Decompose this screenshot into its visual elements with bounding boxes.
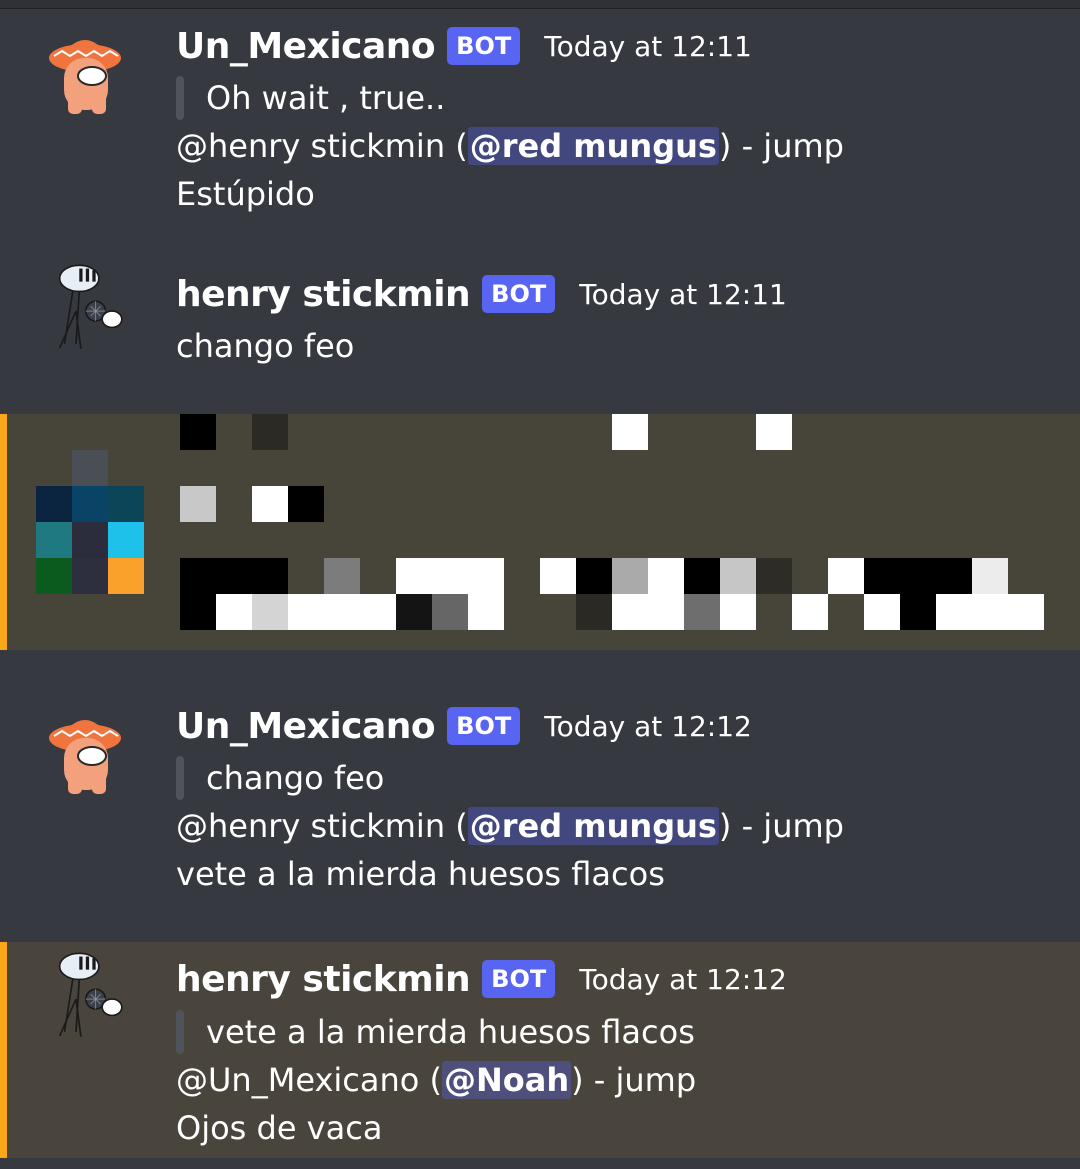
message-header: henry stickmin BOT Today at 12:12 xyxy=(176,956,787,1002)
quote-bar xyxy=(176,756,184,800)
quote-bar xyxy=(176,1010,184,1054)
reply-reference: @henry stickmin (@red mungus) - jump xyxy=(176,804,844,848)
reply-prefix: @henry stickmin ( xyxy=(176,127,468,165)
reply-reference: @Un_Mexicano (@Noah) - jump xyxy=(176,1058,696,1102)
message-1: Un_Mexicano BOT Today at 12:11 Oh wait ,… xyxy=(0,10,1080,240)
top-divider xyxy=(0,0,1080,9)
stickman-microphone-avatar-icon[interactable] xyxy=(40,262,130,352)
reply-reference: @henry stickmin (@red mungus) - jump xyxy=(176,124,844,168)
message-header: henry stickmin BOT Today at 12:11 xyxy=(176,271,787,317)
username[interactable]: henry stickmin xyxy=(176,274,471,315)
quote-text: vete a la mierda huesos flacos xyxy=(206,1013,695,1051)
reply-quote: vete a la mierda huesos flacos xyxy=(176,1010,695,1054)
timestamp[interactable]: Today at 12:12 xyxy=(544,710,752,743)
highlight-bar xyxy=(0,414,7,650)
message-header: Un_Mexicano BOT Today at 12:11 xyxy=(176,23,752,69)
jump-link[interactable]: ) - jump xyxy=(719,807,844,845)
message-header: Un_Mexicano BOT Today at 12:12 xyxy=(176,703,752,749)
message-text: Estúpido xyxy=(176,175,315,213)
cowboy-crewmate-avatar-icon[interactable] xyxy=(40,708,130,798)
message-3: Un_Mexicano BOT Today at 12:12 chango fe… xyxy=(0,690,1080,930)
bot-badge: BOT xyxy=(482,275,556,313)
timestamp[interactable]: Today at 12:11 xyxy=(544,30,752,63)
quote-text: Oh wait , true.. xyxy=(206,79,446,117)
bot-badge: BOT xyxy=(482,960,556,998)
message-2: henry stickmin BOT Today at 12:11 chango… xyxy=(0,250,1080,410)
jump-link[interactable]: ) - jump xyxy=(719,127,844,165)
user-mention[interactable]: @Noah xyxy=(441,1061,572,1099)
jump-link[interactable]: ) - jump xyxy=(571,1061,696,1099)
quote-bar xyxy=(176,76,184,120)
reply-quote: chango feo xyxy=(176,756,384,800)
user-mention[interactable]: @red mungus xyxy=(467,807,719,845)
username[interactable]: henry stickmin xyxy=(176,959,471,1000)
timestamp[interactable]: Today at 12:12 xyxy=(579,963,787,996)
message-4: henry stickmin BOT Today at 12:12 vete a… xyxy=(0,942,1080,1158)
user-mention[interactable]: @red mungus xyxy=(467,127,719,165)
message-text: Ojos de vaca xyxy=(176,1109,383,1147)
username[interactable]: Un_Mexicano xyxy=(176,26,436,67)
bot-badge: BOT xyxy=(447,707,521,745)
reply-quote: Oh wait , true.. xyxy=(176,76,445,120)
reply-prefix: @Un_Mexicano ( xyxy=(176,1061,442,1099)
message-text: chango feo xyxy=(176,327,355,365)
username[interactable]: Un_Mexicano xyxy=(176,706,436,747)
cowboy-crewmate-avatar-icon[interactable] xyxy=(40,28,130,118)
stickman-microphone-avatar-icon[interactable] xyxy=(40,950,130,1040)
message-text: vete a la mierda huesos flacos xyxy=(176,855,665,893)
bot-badge: BOT xyxy=(447,27,521,65)
pixelated-censored-message xyxy=(0,414,1080,650)
reply-prefix: @henry stickmin ( xyxy=(176,807,468,845)
quote-text: chango feo xyxy=(206,759,385,797)
timestamp[interactable]: Today at 12:11 xyxy=(579,278,787,311)
